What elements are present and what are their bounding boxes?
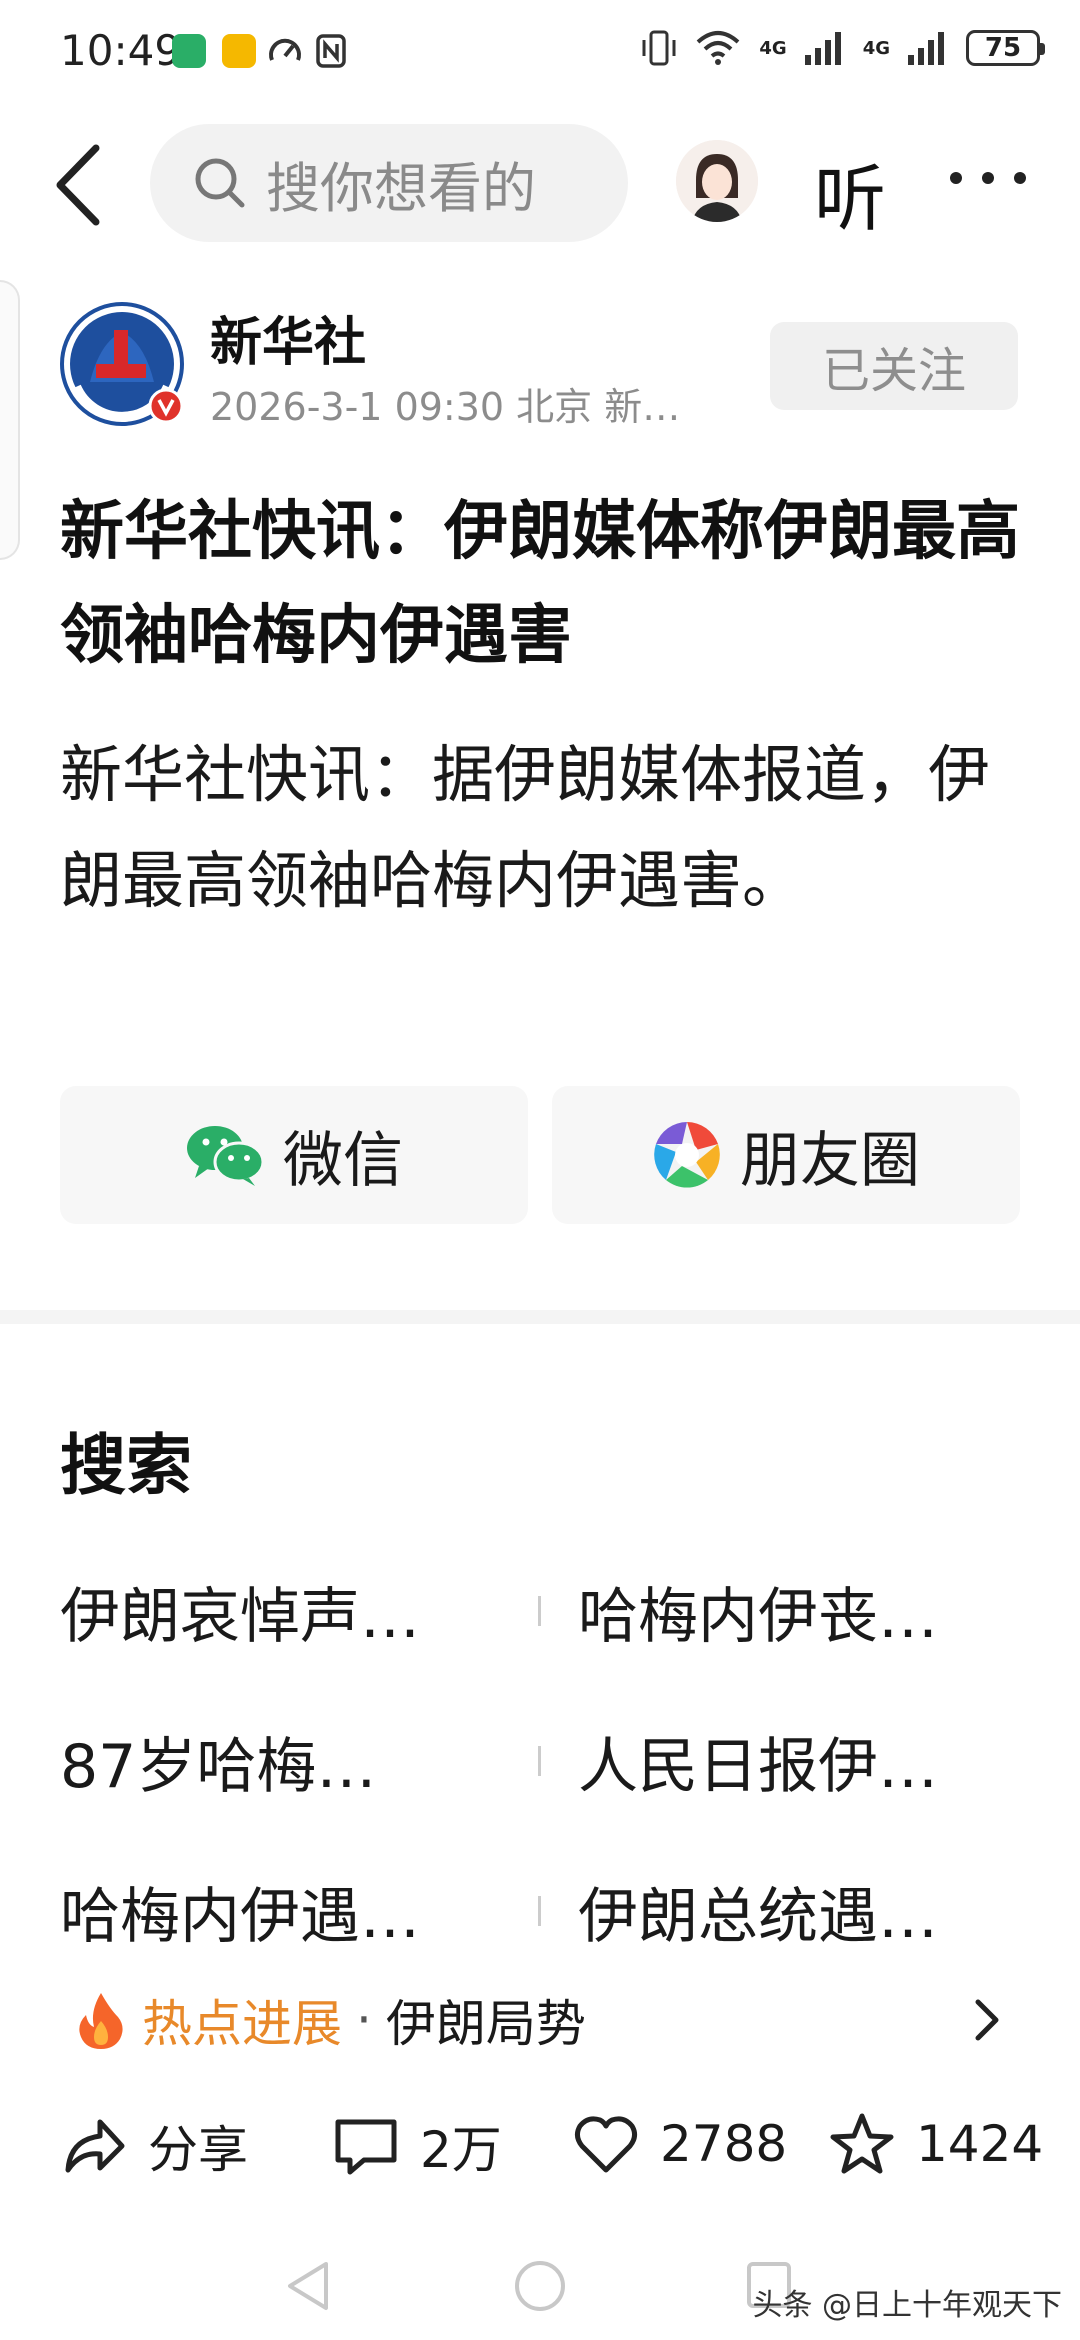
share-label: 分享 <box>148 2121 248 2179</box>
speed-icon <box>269 38 301 61</box>
share-row: 微信 朋友圈 <box>60 1086 1020 1224</box>
status-right: 4G 4G 75 <box>641 28 1045 68</box>
heart-icon <box>574 2116 638 2173</box>
share-button[interactable]: 分享 <box>60 2110 248 2182</box>
search-placeholder: 搜你想看的 <box>266 156 536 220</box>
wechat-icon <box>187 1126 265 1186</box>
share-wechat-label: 微信 <box>283 1125 403 1196</box>
article-title: 新华社快讯：伊朗媒体称伊朗最高领袖哈梅内伊遇害 <box>60 495 1020 673</box>
hot-topic-link[interactable]: 热点进展 · 伊朗局势 <box>76 1980 1006 2060</box>
nfc-icon <box>316 34 346 68</box>
share-wechat-button[interactable]: 微信 <box>60 1086 528 1224</box>
hot-separator: · <box>356 1991 372 2049</box>
author-meta: 2026-3-1 09:30 北京 新… <box>210 385 681 429</box>
favorite-count: 1424 <box>916 2115 1044 2173</box>
related-search-item[interactable]: 87岁哈梅… <box>60 1718 376 1805</box>
share-arrow-icon <box>65 2119 125 2173</box>
nav-home-icon[interactable] <box>512 2258 568 2314</box>
network-label-2: 4G <box>862 37 890 59</box>
hot-topic: 伊朗局势 <box>385 1995 586 2053</box>
back-arrow-icon[interactable] <box>46 140 116 230</box>
like-button[interactable]: 2788 <box>572 2110 787 2178</box>
column-separator <box>538 1746 541 1776</box>
search-icon <box>195 158 245 208</box>
related-search-item[interactable]: 伊朗总统遇… <box>578 1868 938 1955</box>
related-search-item[interactable]: 哈梅内伊遇… <box>60 1868 420 1955</box>
related-search-item[interactable]: 哈梅内伊丧… <box>578 1568 938 1655</box>
avatar-icon <box>676 140 758 222</box>
wifi-icon <box>697 31 740 65</box>
avatar[interactable] <box>676 140 758 222</box>
more-dot-icon <box>982 172 994 184</box>
column-separator <box>538 1896 541 1926</box>
share-moments-button[interactable]: 朋友圈 <box>552 1086 1020 1224</box>
watermark: 头条 @日上十年观天下 <box>752 2288 1062 2323</box>
system-navigation-bar: 头条 @日上十年观天下 <box>0 2240 1080 2340</box>
author-name[interactable]: 新华社 <box>210 300 366 375</box>
status-time: 10:49 <box>60 26 182 75</box>
column-separator <box>538 1596 541 1626</box>
listen-button[interactable]: 听 <box>814 140 886 245</box>
hot-label: 热点进展 <box>142 1995 342 2053</box>
wechat-notification-icon <box>172 34 206 68</box>
related-search-item[interactable]: 人民日报伊… <box>578 1718 938 1805</box>
follow-button[interactable]: 已关注 <box>770 322 1018 410</box>
top-navigation: 搜你想看的 听 <box>0 118 1080 248</box>
like-count: 2788 <box>660 2115 788 2173</box>
more-dot-icon <box>1014 172 1026 184</box>
app-notification-icon <box>222 34 256 68</box>
chevron-right-icon <box>975 1999 999 2041</box>
nav-back-icon[interactable] <box>282 2258 332 2314</box>
comment-count: 2万 <box>420 2121 502 2179</box>
more-menu-button[interactable] <box>950 158 1026 198</box>
network-label-1: 4G <box>759 37 787 59</box>
star-icon <box>830 2113 894 2174</box>
more-dot-icon <box>950 172 962 184</box>
section-divider <box>0 1310 1080 1324</box>
article-action-bar: 分享 2万 2788 1424 <box>0 2110 1080 2194</box>
share-moments-label: 朋友圈 <box>740 1125 920 1196</box>
search-section-heading: 搜索 <box>60 1427 192 1504</box>
search-row: 伊朗哀悼声… 哈梅内伊丧… <box>60 1568 1020 1718</box>
search-input[interactable]: 搜你想看的 <box>150 124 628 242</box>
comment-icon <box>335 2119 397 2175</box>
xinhua-logo-avatar[interactable] <box>60 302 186 428</box>
related-search-item[interactable]: 伊朗哀悼声… <box>60 1568 420 1655</box>
article-body: 新华社快讯：据伊朗媒体报道，伊朗最高领袖哈梅内伊遇害。 <box>60 738 991 917</box>
favorite-button[interactable]: 1424 <box>828 2110 1043 2178</box>
side-drawer-handle[interactable] <box>0 280 20 560</box>
moments-camera-icon <box>654 1122 720 1188</box>
flame-icon <box>79 1993 123 2049</box>
vibrate-icon <box>642 30 676 66</box>
comment-button[interactable]: 2万 <box>332 2110 502 2182</box>
signal-icon-1 <box>804 32 841 65</box>
status-bar: 10:49 4G 4G 75 <box>0 0 1080 104</box>
battery-indicator: 75 <box>966 30 1045 66</box>
related-search-grid: 伊朗哀悼声… 哈梅内伊丧… 87岁哈梅… 人民日报伊… 哈梅内伊遇… 伊朗总统遇… <box>60 1568 1020 2018</box>
search-row: 87岁哈梅… 人民日报伊… <box>60 1718 1020 1868</box>
signal-icon-2 <box>908 32 944 65</box>
